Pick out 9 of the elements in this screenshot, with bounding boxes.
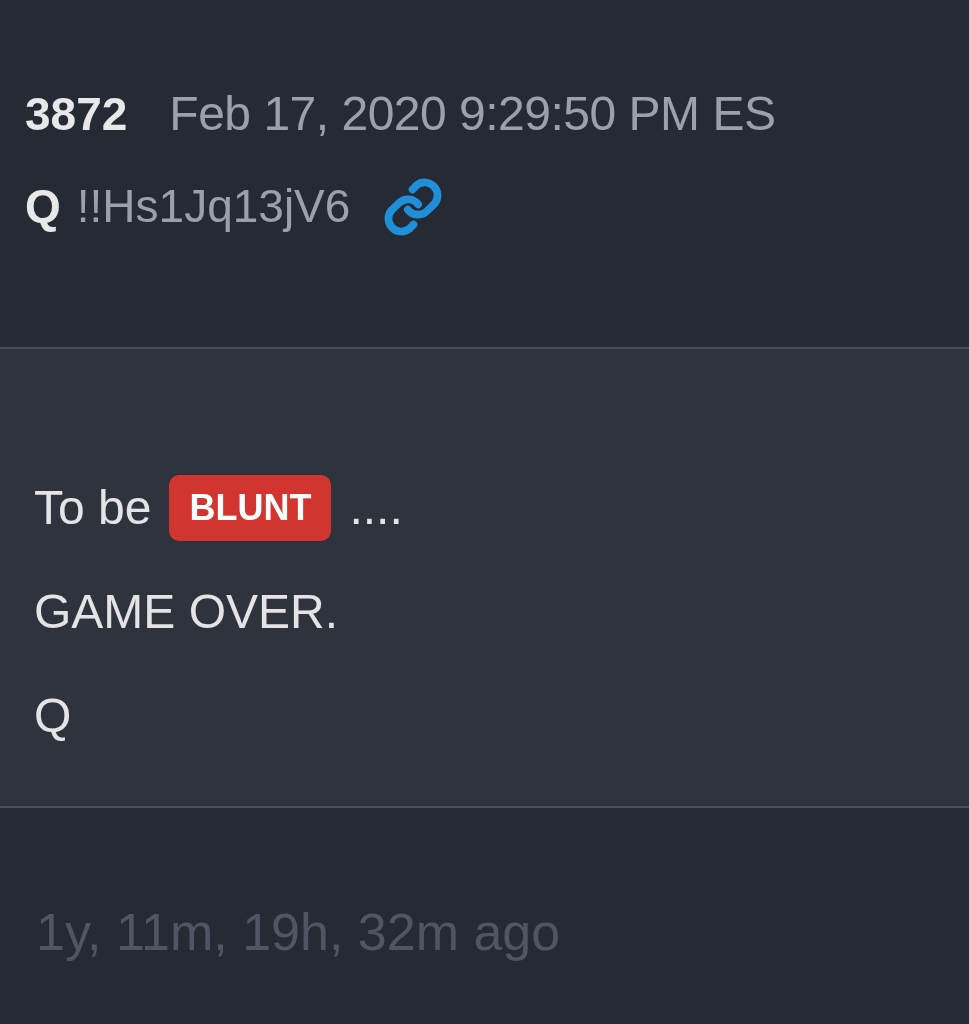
post-text: .... bbox=[349, 480, 403, 536]
tripcode: !!Hs1Jq13jV6 bbox=[76, 179, 351, 234]
post-text: To be bbox=[34, 480, 152, 536]
post-number: 3872 bbox=[25, 87, 128, 142]
post-text: GAME OVER. bbox=[34, 584, 339, 640]
post-timestamp: Feb 17, 2020 9:29:50 PM ES bbox=[169, 86, 776, 142]
highlight-badge: BLUNT bbox=[169, 475, 332, 541]
author-name: Q bbox=[25, 179, 61, 234]
post-text: Q bbox=[34, 688, 72, 744]
